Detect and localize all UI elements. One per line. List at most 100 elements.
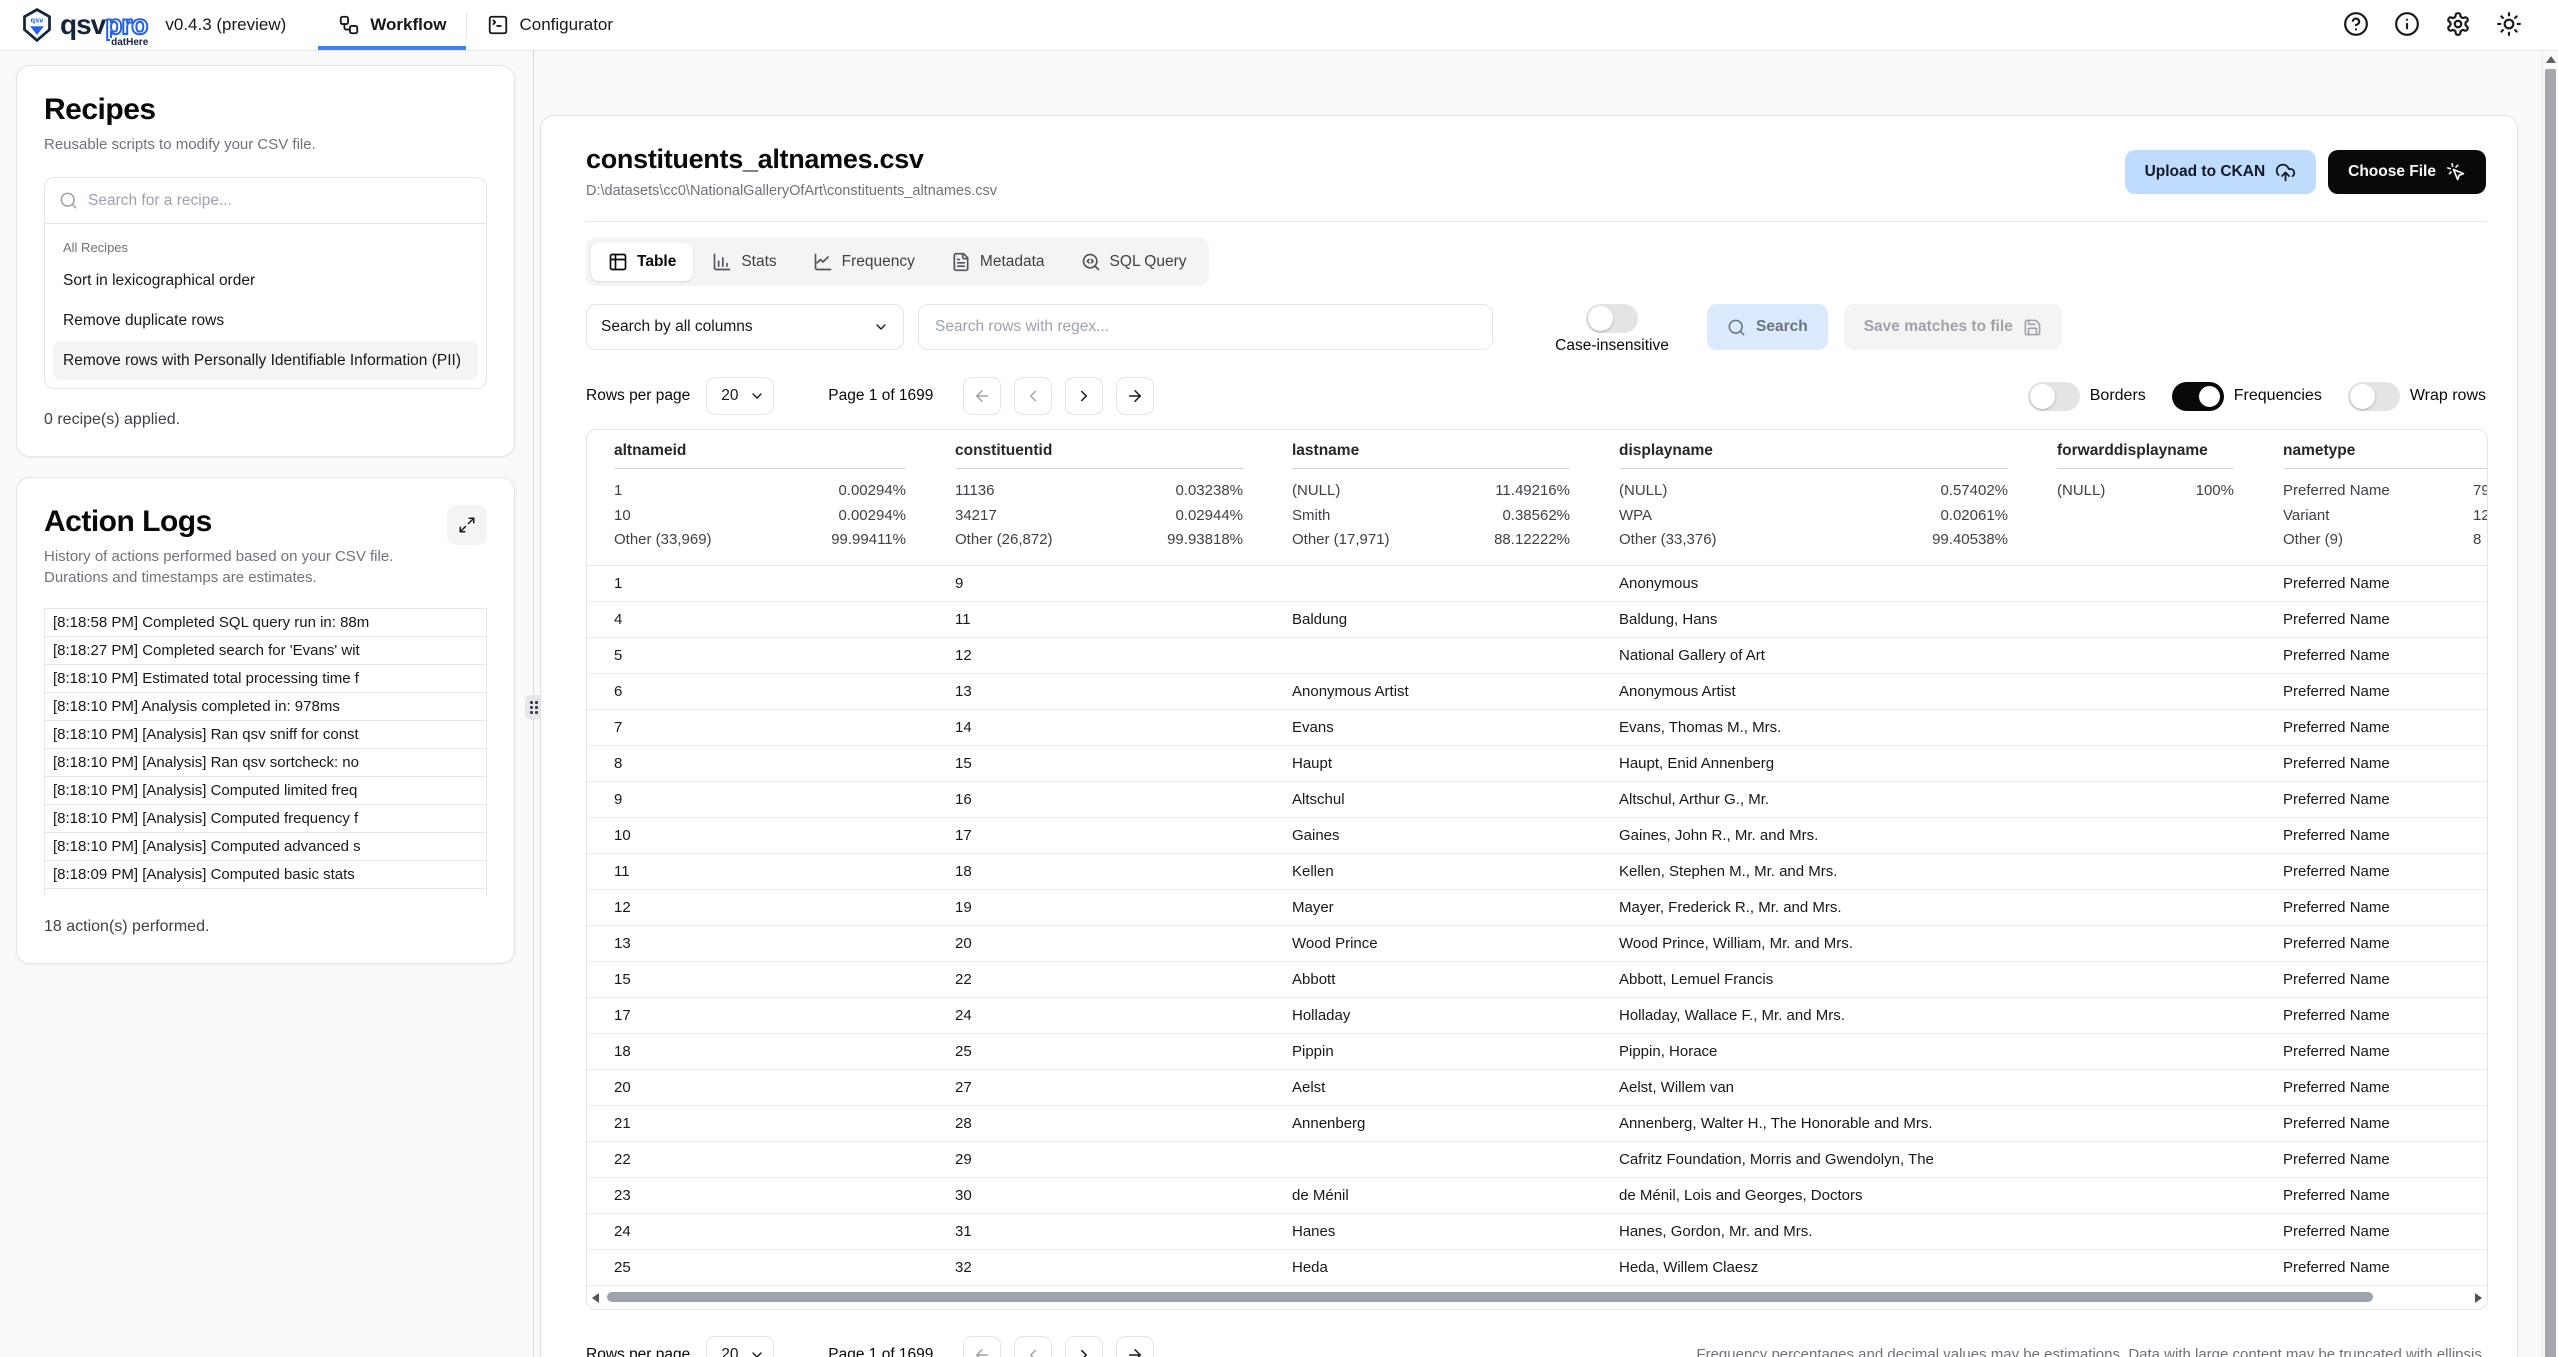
tab-table[interactable]: Table — [591, 243, 693, 281]
table-cell: 25 — [587, 1249, 928, 1285]
table-row[interactable]: 1724HolladayHolladay, Wallace F., Mr. an… — [587, 997, 2488, 1033]
table-row[interactable]: 1825PippinPippin, HoracePreferred Name — [587, 1033, 2488, 1069]
upload-to-ckan-button[interactable]: Upload to CKAN — [2125, 150, 2317, 194]
upload-button-label: Upload to CKAN — [2145, 163, 2266, 181]
table-row[interactable]: 815HauptHaupt, Enid AnnenbergPreferred N… — [587, 745, 2488, 781]
chevron-down-icon — [873, 319, 889, 335]
column-name: nametype — [2283, 442, 2488, 469]
column-header-forwarddisplayname[interactable]: forwarddisplayname(NULL)100% — [2030, 430, 2256, 565]
table-row[interactable]: 512National Gallery of ArtPreferred Name — [587, 637, 2488, 673]
next-page-button[interactable] — [1065, 1336, 1103, 1357]
tab-stats[interactable]: Stats — [695, 243, 793, 281]
table-row[interactable]: 2532HedaHeda, Willem ClaeszPreferred Nam… — [587, 1249, 2488, 1285]
table-cell: Evans — [1265, 709, 1592, 745]
recipe-search — [45, 178, 486, 224]
table-row[interactable]: 2027AelstAelst, Willem vanPreferred Name — [587, 1069, 2488, 1105]
recipe-item[interactable]: Remove duplicate rows — [53, 301, 478, 341]
table-row[interactable]: 916AltschulAltschul, Arthur G., Mr.Prefe… — [587, 781, 2488, 817]
nav-tab-configurator[interactable]: Configurator — [467, 0, 633, 50]
help-button[interactable] — [2343, 11, 2369, 40]
column-name: constituentid — [955, 442, 1243, 469]
table-cell: 30 — [928, 1177, 1265, 1213]
search-scope-select[interactable]: Search by all columns — [586, 304, 904, 350]
scroll-up-arrow-icon[interactable] — [2546, 56, 2556, 63]
table-cell: 15 — [928, 745, 1265, 781]
regex-search-input[interactable] — [918, 304, 1493, 350]
nav-tab-workflow[interactable]: Workflow — [318, 0, 466, 50]
table-row[interactable]: 411BaldungBaldung, HansPreferred Name — [587, 601, 2488, 637]
log-list[interactable]: [8:18:58 PM] Completed SQL query run in:… — [44, 608, 487, 896]
choose-file-button[interactable]: Choose File — [2328, 150, 2486, 194]
table-row[interactable]: 1017GainesGaines, John R., Mr. and Mrs.P… — [587, 817, 2488, 853]
frequency-row: 10.00294% — [614, 479, 906, 504]
table-row[interactable]: 1320Wood PrinceWood Prince, William, Mr.… — [587, 925, 2488, 961]
recipe-item[interactable]: Remove rows with Personally Identifiable… — [53, 341, 478, 381]
last-page-button[interactable] — [1116, 377, 1154, 415]
table-cell: 13 — [928, 673, 1265, 709]
table-cell: Preferred Name — [2256, 781, 2488, 817]
tab-metadata[interactable]: Metadata — [934, 243, 1062, 281]
vertical-scrollbar-thumb[interactable] — [2545, 69, 2556, 1357]
table-row[interactable]: 714EvansEvans, Thomas M., Mrs.Preferred … — [587, 709, 2488, 745]
table-row[interactable]: 1118KellenKellen, Stephen M., Mr. and Mr… — [587, 853, 2488, 889]
scroll-right-arrow-icon[interactable] — [2475, 1293, 2482, 1303]
case-insensitive-toggle[interactable] — [1586, 304, 1638, 333]
table-cell: Kellen — [1265, 853, 1592, 889]
expand-logs-button[interactable] — [447, 505, 487, 545]
table-row[interactable]: 1219MayerMayer, Frederick R., Mr. and Mr… — [587, 889, 2488, 925]
table-row[interactable]: 2229Cafritz Foundation, Morris and Gwend… — [587, 1141, 2488, 1177]
first-page-button[interactable] — [963, 1336, 1001, 1357]
frequency-row: WPA0.02061% — [1619, 504, 2008, 529]
theme-button[interactable] — [2496, 11, 2522, 40]
table-cell: 28 — [928, 1105, 1265, 1141]
toggle-label: Borders — [2090, 387, 2146, 405]
table-cell: Hanes, Gordon, Mr. and Mrs. — [1592, 1213, 2030, 1249]
search-button[interactable]: Search — [1707, 304, 1828, 350]
data-table[interactable]: altnameid10.00294%100.00294%Other (33,96… — [587, 430, 2488, 1286]
rows-per-page-label: Rows per page — [586, 1346, 690, 1357]
prev-page-button[interactable] — [1014, 377, 1052, 415]
column-header-lastname[interactable]: lastname(NULL)11.49216%Smith0.38562%Othe… — [1265, 430, 1592, 565]
tab-sql-query[interactable]: SQL Query — [1064, 243, 1204, 281]
prev-page-button[interactable] — [1014, 1336, 1052, 1357]
tab-frequency[interactable]: Frequency — [796, 243, 932, 281]
column-header-altnameid[interactable]: altnameid10.00294%100.00294%Other (33,96… — [587, 430, 928, 565]
horizontal-scrollbar[interactable] — [587, 1286, 2487, 1309]
table-cell: 20 — [928, 925, 1265, 961]
vertical-scrollbar[interactable] — [2542, 51, 2558, 1357]
toggle-frequencies[interactable] — [2172, 382, 2224, 411]
next-page-button[interactable] — [1065, 377, 1103, 415]
table-row[interactable]: 19AnonymousPreferred Name — [587, 565, 2488, 601]
panel-resize-divider[interactable] — [533, 51, 534, 1357]
table-row[interactable]: 2330de Ménilde Ménil, Lois and Georges, … — [587, 1177, 2488, 1213]
table-cell: 6 — [587, 673, 928, 709]
column-header-nametype[interactable]: nametypePreferred Name79Variant12Other (… — [2256, 430, 2488, 565]
view-tabs: TableStatsFrequencyMetadataSQL Query — [586, 238, 1209, 286]
table-row[interactable]: 613Anonymous ArtistAnonymous ArtistPrefe… — [587, 673, 2488, 709]
actions-performed-count: 18 action(s) performed. — [44, 918, 487, 936]
table-cell: 18 — [928, 853, 1265, 889]
frequency-percent: 88.12222% — [1494, 528, 1570, 553]
info-button[interactable] — [2394, 11, 2420, 40]
table-cell — [2030, 1249, 2256, 1285]
file-header: constituents_altnames.csv D:\datasets\cc… — [586, 116, 2486, 222]
horizontal-scrollbar-thumb[interactable] — [607, 1292, 2373, 1302]
table-row[interactable]: 1522AbbottAbbott, Lemuel FrancisPreferre… — [587, 961, 2488, 997]
last-page-button[interactable] — [1116, 1336, 1154, 1357]
table-row[interactable]: 2431HanesHanes, Gordon, Mr. and Mrs.Pref… — [587, 1213, 2488, 1249]
frequency-row: (NULL)100% — [2057, 479, 2234, 504]
recipe-item[interactable]: Sort in lexicographical order — [53, 261, 478, 301]
scroll-left-arrow-icon[interactable] — [592, 1293, 599, 1303]
column-header-constituentid[interactable]: constituentid111360.03238%342170.02944%O… — [928, 430, 1265, 565]
toggle-borders[interactable] — [2028, 382, 2080, 411]
save-matches-button[interactable]: Save matches to file — [1844, 304, 2062, 350]
first-page-button[interactable] — [963, 377, 1001, 415]
table-row[interactable]: 2128AnnenbergAnnenberg, Walter H., The H… — [587, 1105, 2488, 1141]
column-header-displayname[interactable]: displayname(NULL)0.57402%WPA0.02061%Othe… — [1592, 430, 2030, 565]
recipe-search-input[interactable] — [88, 192, 472, 210]
toggle-wrap-rows[interactable] — [2348, 382, 2400, 411]
chevron-down-icon — [749, 388, 765, 404]
settings-button[interactable] — [2445, 11, 2471, 40]
rows-per-page-select[interactable]: 20 — [706, 377, 774, 415]
rows-per-page-select[interactable]: 20 — [706, 1336, 774, 1357]
